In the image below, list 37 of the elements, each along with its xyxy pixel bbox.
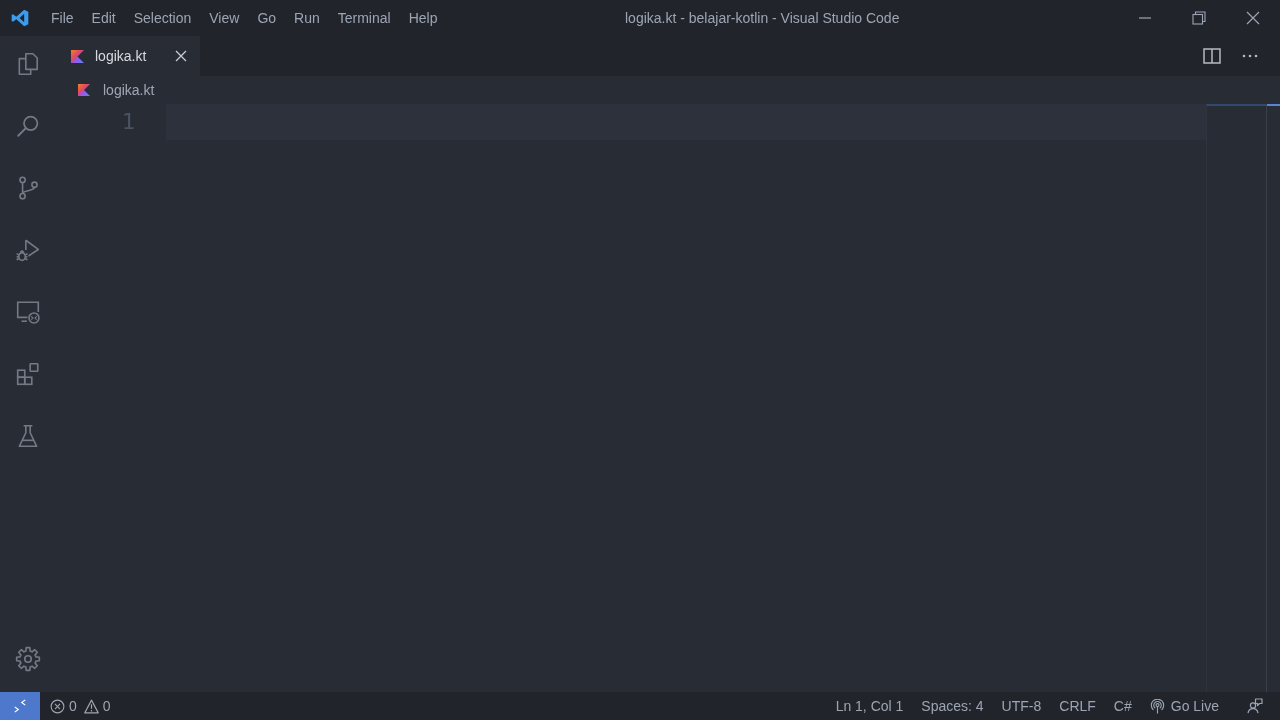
search-icon[interactable] [15, 113, 41, 139]
warning-icon [83, 698, 99, 714]
window-title: logika.kt - belajar-kotlin - Visual Studio Code [625, 10, 900, 26]
feedback-icon[interactable] [1247, 698, 1263, 714]
indentation-button[interactable]: Spaces: 4 [912, 696, 993, 716]
kotlin-file-icon [71, 49, 84, 63]
breadcrumb-item[interactable]: logika.kt [103, 82, 155, 98]
cursor-position-button[interactable]: Ln 1, Col 1 [826, 696, 913, 716]
problems-button[interactable]: 0 0 [41, 696, 120, 716]
menu-item[interactable]: Selection [124, 7, 201, 29]
close-icon[interactable] [175, 50, 187, 62]
encoding-button[interactable]: UTF-8 [992, 696, 1051, 716]
settings-icon[interactable] [15, 646, 41, 672]
extensions-icon[interactable] [15, 361, 41, 387]
close-icon [1246, 11, 1260, 25]
menu-item[interactable]: Run [285, 7, 329, 29]
split-editor-icon[interactable] [1203, 48, 1221, 64]
line-ending-button[interactable]: CRLF [1050, 696, 1105, 716]
kotlin-file-icon [78, 84, 90, 96]
cursor-marker [1267, 104, 1280, 106]
go-live-button[interactable]: Go Live [1140, 696, 1228, 716]
menu-item[interactable]: View [200, 7, 249, 29]
remote-explorer-icon[interactable] [15, 299, 41, 325]
menu-item[interactable]: Go [248, 7, 286, 29]
more-actions-icon[interactable] [1242, 54, 1258, 58]
editor-tab[interactable]: logika.kt [56, 36, 200, 76]
broadcast-icon [1149, 698, 1165, 714]
restore-icon [1192, 11, 1206, 25]
menu-item[interactable]: Terminal [328, 7, 400, 29]
run-debug-icon[interactable] [15, 237, 41, 263]
menu-item[interactable]: File [42, 7, 83, 29]
remote-icon [13, 699, 27, 713]
error-icon [50, 698, 65, 714]
app-logo-icon[interactable] [10, 8, 30, 28]
menu-item[interactable]: Edit [82, 7, 125, 29]
language-mode-button[interactable]: C# [1104, 696, 1141, 716]
menu-item[interactable]: Help [399, 7, 447, 29]
